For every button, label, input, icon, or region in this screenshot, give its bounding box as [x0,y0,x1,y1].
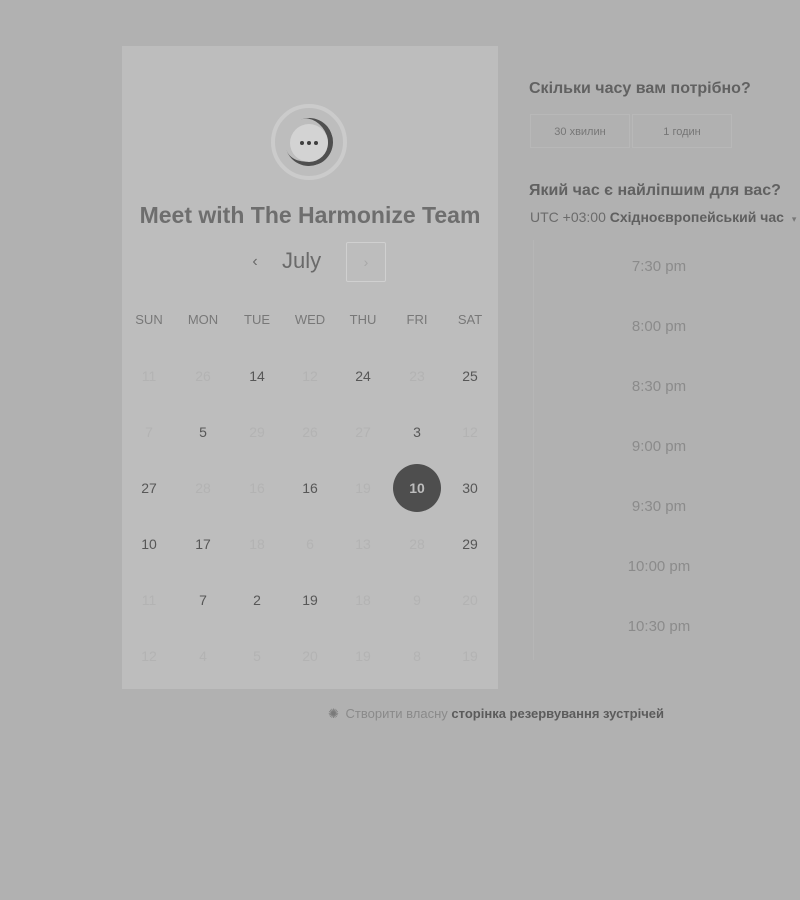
calendar-day: 12 [462,424,478,440]
duration-question: Скільки часу вам потрібно? [529,80,751,97]
calendar-day: 18 [249,536,265,552]
time-slot-button[interactable]: 7:30 pm [514,240,800,294]
booking-page: Meet with The Harmonize Team ‹ July › SU… [0,0,800,900]
calendar-day: 8 [413,648,421,664]
calendar-day[interactable]: 30 [446,464,494,512]
time-slot-button[interactable]: 10:30 pm [514,600,800,654]
calendar-day: 27 [355,424,371,440]
calendar-day[interactable]: 27 [125,464,173,512]
time-slot-list: 7:30 pm 8:00 pm 8:30 pm 9:00 pm 9:30 pm 10:00… [533,240,800,660]
calendar-day: 5 [253,648,261,664]
calendar-day: 28 [195,480,211,496]
calendar-day: 26 [195,368,211,384]
calendar-card: Meet with The Harmonize Team ‹ July › SU… [122,46,498,689]
calendar-day[interactable]: 17 [179,520,227,568]
footer-prefix: Створити власну [345,706,448,721]
timezone-name: Східноєвропейський час [609,209,784,225]
calendar-day: 7 [145,424,153,440]
calendar-day: 6 [306,536,314,552]
calendar-day: 4 [199,648,207,664]
timezone-offset: UTC +03:00 [530,209,606,225]
calendar-day[interactable]: 2 [233,576,281,624]
calendar-day: 18 [355,592,371,608]
calendar-day[interactable]: 14 [233,352,281,400]
create-booking-page-link[interactable]: сторінка резервування зустрічей [451,706,664,721]
calendar-day: 12 [302,368,318,384]
calendar-day[interactable]: 25 [446,352,494,400]
calendar-day[interactable]: 24 [339,352,387,400]
calendar-day: 12 [141,648,157,664]
calendar-day: 19 [355,480,371,496]
calendar-day[interactable]: 7 [179,576,227,624]
calendar-day: 19 [355,648,371,664]
calendar-day: 20 [462,592,478,608]
time-slot-button[interactable]: 9:00 pm [514,420,800,474]
calendar-day: 13 [355,536,371,552]
calendar-day[interactable]: 3 [393,408,441,456]
calendar-day: 11 [141,592,157,608]
time-question: Який час є найліпшим для вас? [529,182,781,199]
footer-promo: ✺ Створити власну сторінка резервування … [328,706,664,722]
time-slot-button[interactable]: 8:00 pm [514,300,800,354]
calendar-day: 23 [409,368,425,384]
calendar-day: 19 [462,648,478,664]
duration-1-hour-button[interactable]: 1 годин [632,114,732,148]
sprocket-icon: ✺ [328,706,339,721]
calendar-day: 28 [409,536,425,552]
chevron-down-icon: ▾ [791,214,797,224]
selected-day[interactable]: 10 [393,464,441,512]
calendar-day[interactable]: 5 [179,408,227,456]
calendar-day: 29 [249,424,265,440]
calendar-day[interactable]: 16 [286,464,334,512]
calendar-day: 26 [302,424,318,440]
time-slot-button[interactable]: 10:00 pm [514,540,800,594]
time-slot-button[interactable]: 8:30 pm [514,360,800,414]
calendar-day: 20 [302,648,318,664]
calendar-day[interactable]: 19 [286,576,334,624]
day-grid: 11 26 14 12 24 23 25 7 5 29 26 27 3 12 27 28 16 16 19 10 30 1… [122,46,498,689]
duration-30-min-button[interactable]: 30 хвилин [530,114,630,148]
calendar-day: 9 [413,592,421,608]
timezone-selector[interactable]: UTC +03:00 Східноєвропейський час ▾ [530,209,796,225]
calendar-day[interactable]: 10 [125,520,173,568]
time-slot-button[interactable]: 9:30 pm [514,480,800,534]
calendar-day[interactable]: 29 [446,520,494,568]
calendar-day: 16 [249,480,265,496]
calendar-day: 11 [141,368,157,384]
